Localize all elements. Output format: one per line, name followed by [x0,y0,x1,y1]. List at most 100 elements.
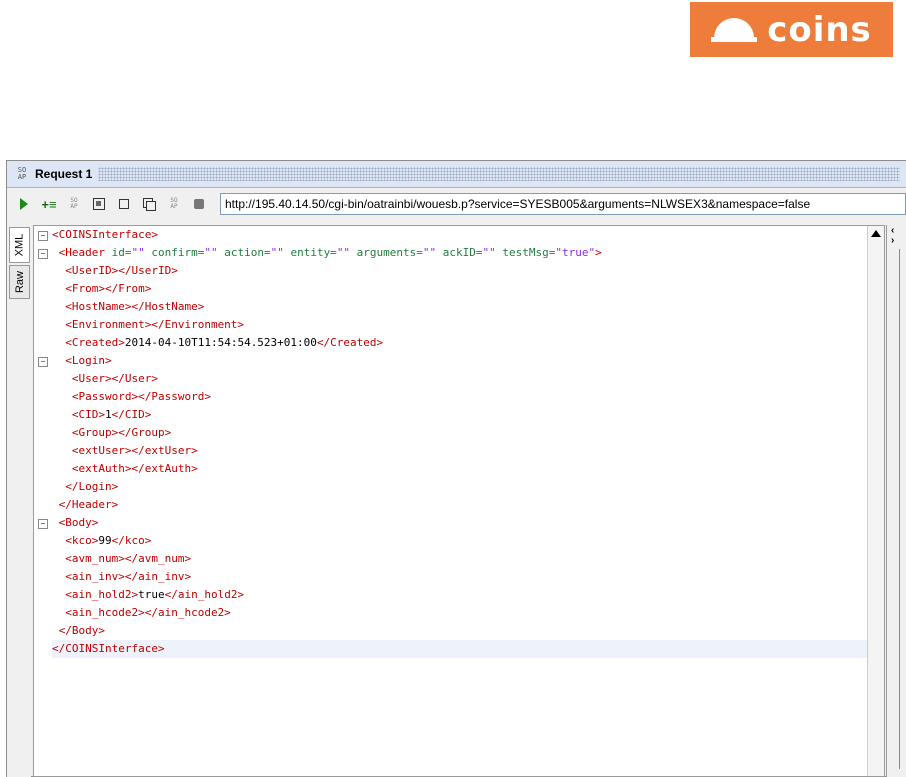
xml-token-tag: <ain_inv></ain_inv> [52,570,192,583]
xml-token-tag: <extUser></extUser> [52,444,198,457]
wizard-button[interactable] [88,193,110,215]
play-icon [20,198,28,210]
xml-token-tag: <Body> [52,516,99,529]
xml-token-attr: entity= [283,246,337,259]
clone-button[interactable] [138,193,160,215]
fold-toggle-icon[interactable]: − [38,231,48,241]
xml-line[interactable]: <CID>1</CID> [52,406,868,424]
xml-line[interactable]: <Created>2014-04-10T11:54:54.523+01:00</… [52,334,868,352]
xml-line[interactable]: <extAuth></extAuth> [52,460,868,478]
xml-token-val: "" [336,246,351,259]
xml-editor[interactable]: − − − − <COINSInterface> <Header id="" conf… [33,225,885,777]
xml-token-attr: ackID= [436,246,483,259]
xml-line[interactable]: <User></User> [52,370,868,388]
soap-icon: SO AP [170,197,178,210]
xml-line[interactable]: <Login> [52,352,868,370]
request-toolbar: +≡ SO AP SO AP http://195.40.14.50/cgi-bin… [7,188,906,220]
tab-raw[interactable]: Raw [9,265,30,299]
xml-token-tag: <Password></Password> [52,390,211,403]
endpoint-url-field[interactable]: http://195.40.14.50/cgi-bin/oatrainbi/wo… [220,193,906,215]
xml-token-attr: confirm= [144,246,205,259]
chevron-left-icon[interactable]: ‹ [891,226,894,236]
xml-token-txt: 2014-04-10T11:54:54.523+01:00 [124,336,317,349]
xml-line[interactable]: <Password></Password> [52,388,868,406]
xml-token-tag: <ain_hold2> [52,588,139,601]
xml-line[interactable]: <Environment></Environment> [52,316,868,334]
xml-token-tag: </Body> [52,624,105,637]
xml-line[interactable]: </Body> [52,622,868,640]
xml-line[interactable]: </COINSInterface> [52,640,868,658]
xml-line[interactable]: <ain_hcode2></ain_hcode2> [52,604,868,622]
xml-token-val: "" [131,246,145,259]
xml-line[interactable]: <extUser></extUser> [52,442,868,460]
xml-token-tag: <Group></Group> [52,426,172,439]
xml-token-val: "true" [555,246,596,259]
soap-icon: SO AP [17,166,27,181]
xml-token-txt: 99 [98,534,112,547]
xml-token-attr: testMsg= [495,246,556,259]
xml-line[interactable]: </Login> [52,478,868,496]
xml-token-tag: <Environment></Environment> [52,318,245,331]
coins-logo-mark: coins [711,13,872,47]
xml-token-tag: <User></User> [52,372,158,385]
logo-text: coins [767,9,872,50]
xml-line[interactable]: <ain_inv></ain_inv> [52,568,868,586]
collapsed-right-panel: ‹ › [886,225,906,777]
soap-action-button[interactable]: SO AP [63,193,85,215]
submit-button[interactable] [13,193,35,215]
window-icon [119,199,129,209]
soap-version-button[interactable]: SO AP [163,193,185,215]
vertical-scrollbar[interactable] [867,226,884,776]
xml-token-val: "" [482,246,496,259]
chevron-right-icon[interactable]: › [891,236,894,246]
xml-line[interactable]: <UserID></UserID> [52,262,868,280]
stop-button[interactable] [188,193,210,215]
xml-line[interactable]: <kco>99</kco> [52,532,868,550]
xml-token-tag: </CID> [111,408,152,421]
tab-raw-label: Raw [13,270,26,294]
new-window-button[interactable] [113,193,135,215]
xml-line[interactable]: <From></From> [52,280,868,298]
xml-token-tag: > [595,246,602,259]
xml-token-val: "" [422,246,437,259]
tab-xml-label: XML [13,233,26,257]
coins-logo: coins [690,2,893,57]
xml-token-tag: </ain_hold2> [164,588,245,601]
fold-toggle-icon[interactable]: − [38,249,48,259]
xml-line[interactable]: </Header> [52,496,868,514]
add-wss-button[interactable]: +≡ [38,193,60,215]
xml-token-attr: id= [111,246,132,259]
clone-icon [143,198,156,211]
xml-line[interactable]: <ain_hold2>true</ain_hold2> [52,586,868,604]
xml-line[interactable]: <COINSInterface> [52,226,868,244]
hard-hat-icon [711,17,758,42]
fold-toggle-icon[interactable]: − [38,357,48,367]
xml-token-tag: <UserID></UserID> [52,264,178,277]
xml-token-tag: </Header> [52,498,119,511]
fold-toggle-icon[interactable]: − [38,519,48,529]
xml-token-tag: <extAuth></extAuth> [52,462,198,475]
xml-token-attr: action= [217,246,271,259]
xml-line[interactable]: <Body> [52,514,868,532]
xml-token-tag: <ain_hcode2></ain_hcode2> [52,606,231,619]
xml-line[interactable]: <HostName></HostName> [52,298,868,316]
panel-divider [899,249,900,769]
xml-token-tag: <Login> [52,354,112,367]
xml-token-tag: <HostName></HostName> [52,300,205,313]
stop-icon [194,199,204,209]
tab-xml[interactable]: XML [9,227,30,263]
add-lines-icon: +≡ [41,196,57,212]
xml-token-attr: arguments= [350,246,423,259]
xml-token-tag: <Created> [52,336,125,349]
scroll-up-arrow-icon[interactable] [871,230,881,237]
request-titlebar: SO AP Request 1 [7,161,906,188]
xml-line[interactable]: <Group></Group> [52,424,868,442]
xml-line[interactable]: <avm_num></avm_num> [52,550,868,568]
request-title: Request 1 [35,167,93,181]
soapui-request-window: SO AP Request 1 +≡ SO AP SO AP http://195.4… [6,160,906,777]
editor-side-tabs: XML Raw [7,225,31,777]
xml-token-txt: 1 [104,408,112,421]
xml-token-val: "" [204,246,218,259]
wizard-icon [93,198,105,210]
xml-line[interactable]: <Header id="" confirm="" action="" entit… [52,244,868,262]
